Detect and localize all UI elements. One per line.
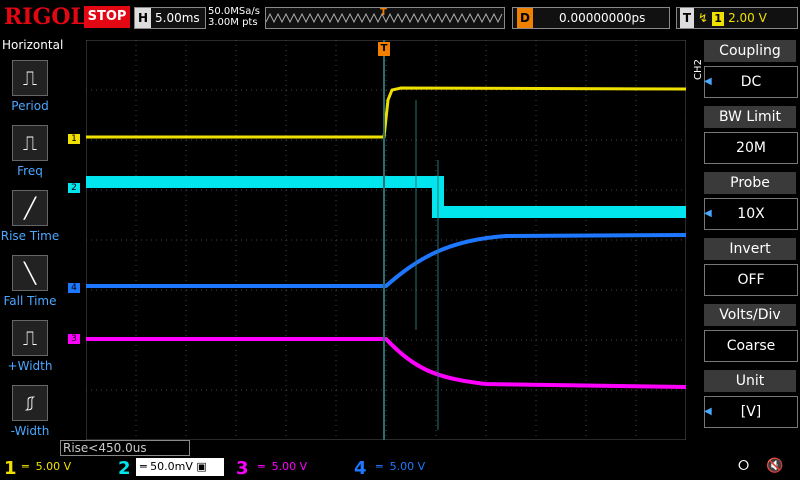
coupling-button[interactable]: DC — [704, 66, 798, 98]
trigger-marker-label: T — [380, 7, 387, 18]
sample-info: 50.0MSa/s 3.00M pts — [208, 6, 260, 28]
coupling-title: Coupling — [704, 40, 796, 62]
plus-width-button[interactable]: ⎍ +Width — [0, 320, 60, 373]
waveform-display[interactable] — [86, 40, 686, 440]
trigger-position-marker: T — [380, 7, 387, 18]
volts-div-button[interactable]: Coarse — [704, 330, 798, 362]
fall-time-label: Fall Time — [3, 294, 57, 308]
period-label: Period — [11, 99, 49, 113]
plus-width-icon: ⎍ — [12, 320, 48, 356]
rise-time-button[interactable]: ╱ Rise Time — [0, 190, 60, 243]
channel-1-number[interactable]: 1 — [4, 458, 17, 479]
plus-width-label: +Width — [7, 359, 53, 373]
dc-coupling-icon: ═ — [22, 460, 29, 473]
dc-coupling-icon: ═ — [258, 460, 265, 473]
trigger-level: 2.00 V — [728, 11, 767, 25]
channel-4-scale-box[interactable]: ═ 5.00 V — [376, 458, 456, 476]
unit-title: Unit — [704, 370, 796, 392]
bw-limit-title: BW Limit — [704, 106, 796, 128]
fall-time-button[interactable]: ╲ Fall Time — [0, 255, 60, 308]
horizontal-measure-panel: Horizontal ⎍ Period ⎍ Freq ╱ Rise Time ╲… — [0, 38, 64, 456]
channel-1-scale: 5.00 V — [35, 460, 72, 473]
channel-2-scale: 50.0mV — [150, 460, 193, 473]
channel-3-scale: 5.00 V — [271, 460, 308, 473]
channel-2-scale-box[interactable]: ═ 50.0mV ▣ — [136, 458, 224, 476]
dc-coupling-icon: ═ — [140, 460, 147, 473]
speaker-mute-icon[interactable]: 🔇 — [766, 458, 783, 474]
unit-button[interactable]: [V] — [704, 396, 798, 428]
channel-2-number[interactable]: 2 — [118, 458, 131, 479]
delay-display[interactable]: D 0.00000000ps — [512, 7, 670, 29]
trigger-point-marker[interactable]: T — [378, 42, 390, 56]
fall-time-icon: ╲ — [12, 255, 48, 291]
volts-div-title: Volts/Div — [704, 304, 796, 326]
period-button[interactable]: ⎍ Period — [0, 60, 60, 113]
left-arrow-icon: ◀ — [704, 406, 712, 417]
channel-status-bar: 1 ═ 5.00 V 2 ═ 50.0mV ▣ 3 ═ 5.00 V 4 ═ 5… — [0, 456, 800, 480]
probe-title: Probe — [704, 172, 796, 194]
delay-value: 0.00000000ps — [559, 11, 646, 25]
freq-label: Freq — [17, 164, 43, 178]
run-stop-status[interactable]: STOP — [84, 6, 130, 28]
invert-button[interactable]: OFF — [704, 264, 798, 296]
panel-title: Horizontal — [2, 38, 64, 52]
rigol-logo: RIGOL — [4, 4, 86, 30]
channel-3-marker[interactable]: 3 — [68, 334, 80, 344]
trigger-label: T — [680, 8, 694, 28]
freq-button[interactable]: ⎍ Freq — [0, 125, 60, 178]
invert-title: Invert — [704, 238, 796, 260]
minus-width-icon: ⎎ — [12, 385, 48, 421]
period-icon: ⎍ — [12, 60, 48, 96]
channel-3-number[interactable]: 3 — [236, 458, 249, 479]
bw-limit-icon: ▣ — [196, 460, 207, 473]
rise-time-icon: ╱ — [12, 190, 48, 226]
memory-depth: 3.00M pts — [208, 17, 258, 28]
dc-coupling-icon: ═ — [376, 460, 383, 473]
minus-width-button[interactable]: ⎎ -Width — [0, 385, 60, 438]
channel-3-scale-box[interactable]: ═ 5.00 V — [258, 458, 338, 476]
rising-edge-icon: ↯ — [698, 11, 709, 25]
channel-1-scale-box[interactable]: ═ 5.00 V — [22, 458, 102, 476]
freq-icon: ⎍ — [12, 125, 48, 161]
trigger-source: 1 — [712, 12, 725, 26]
usb-icon: ⭘ — [738, 458, 750, 474]
sample-rate: 50.0MSa/s — [208, 6, 260, 17]
left-arrow-icon: ◀ — [704, 208, 712, 219]
trigger-display[interactable]: T ↯ 1 2.00 V — [676, 7, 798, 29]
probe-button[interactable]: 10X — [704, 198, 798, 230]
channel-1-marker[interactable]: 1 — [68, 134, 80, 144]
bw-limit-button[interactable]: 20M — [704, 132, 798, 164]
delay-label: D — [517, 8, 533, 28]
measurement-readout: Rise<450.0us — [60, 440, 190, 456]
channel-4-scale: 5.00 V — [389, 460, 426, 473]
channel-menu-panel: Coupling DC ◀ BW Limit 20M Probe 10X ◀ I… — [700, 38, 800, 456]
left-arrow-icon: ◀ — [704, 76, 712, 87]
horizontal-label: H — [135, 8, 151, 28]
minus-width-label: -Width — [10, 424, 50, 438]
channel-4-marker[interactable]: 4 — [68, 283, 80, 293]
rise-time-label: Rise Time — [0, 229, 60, 243]
channel-2-marker[interactable]: 2 — [68, 183, 80, 193]
timebase-display[interactable]: H 5.00ms — [134, 7, 206, 29]
channel-4-number[interactable]: 4 — [354, 458, 367, 479]
timebase-value: 5.00ms — [155, 11, 200, 25]
